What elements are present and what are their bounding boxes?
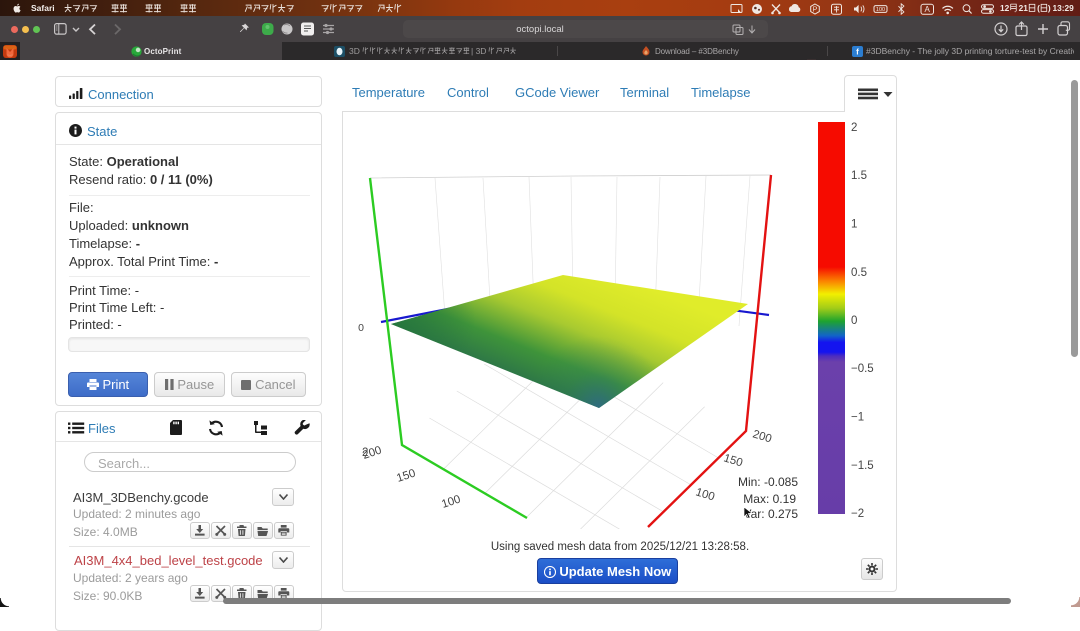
- svg-text:2: 2: [851, 122, 857, 134]
- svg-text:−1: −1: [851, 412, 864, 424]
- svg-text:3D: 3D: [349, 46, 360, 56]
- svg-text:13:29: 13:29: [1052, 3, 1074, 13]
- svg-text:): ): [1048, 3, 1051, 13]
- svg-text:−1.5: −1.5: [851, 460, 874, 472]
- svg-text:1: 1: [851, 219, 857, 231]
- svg-text:0.5: 0.5: [851, 267, 867, 279]
- svg-text:200: 200: [751, 428, 773, 445]
- svg-text:100: 100: [694, 486, 716, 503]
- svg-text:100: 100: [440, 494, 462, 511]
- svg-text:Var: 0.275: Var: 0.275: [744, 507, 799, 521]
- svg-text:f: f: [856, 47, 859, 56]
- svg-text:150: 150: [722, 452, 744, 469]
- svg-text:150: 150: [395, 468, 417, 485]
- svg-text:Min: -0.085: Min: -0.085: [738, 475, 798, 489]
- svg-text:12: 12: [1000, 3, 1010, 13]
- svg-text:2: 2: [362, 447, 368, 459]
- svg-text:(: (: [1037, 3, 1040, 13]
- svg-text:21: 21: [1019, 3, 1029, 13]
- svg-text:0: 0: [851, 315, 857, 327]
- svg-text:100: 100: [876, 7, 885, 13]
- svg-text:A: A: [925, 5, 931, 14]
- svg-text:| 3D: | 3D: [471, 46, 486, 56]
- svg-text:−2: −2: [851, 508, 864, 520]
- svg-text:−0.5: −0.5: [851, 363, 874, 375]
- svg-text:P: P: [813, 6, 818, 13]
- svg-text:1.5: 1.5: [851, 170, 867, 182]
- svg-text:0: 0: [358, 322, 364, 334]
- svg-text:Max: 0.19: Max: 0.19: [743, 492, 796, 506]
